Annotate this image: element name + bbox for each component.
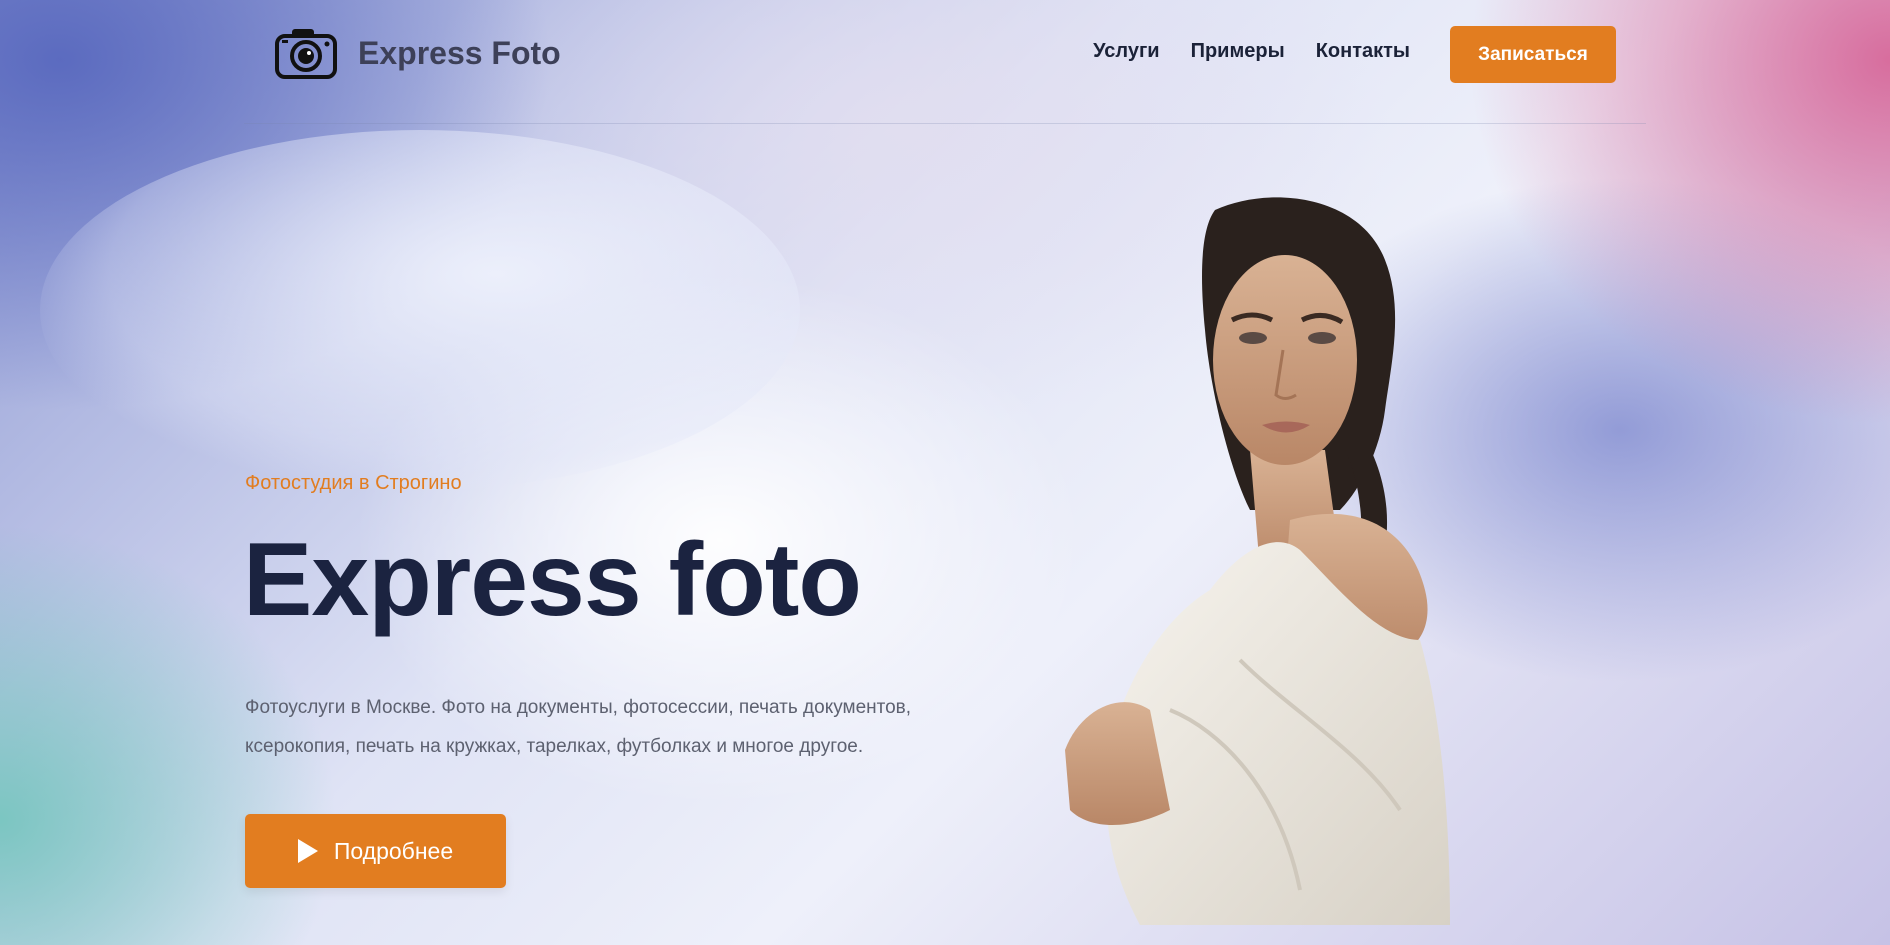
hero-description: Фотоуслуги в Москве. Фото на документы, … [245,697,912,757]
more-button-label: Подробнее [333,837,454,864]
camera-icon [275,29,337,79]
nav-link-examples[interactable]: Примеры [1191,40,1285,63]
nav-link-contacts[interactable]: Контакты [1316,40,1410,63]
background-swoosh [40,130,800,490]
hero-eyebrow: Фотостудия в Строгино [245,472,462,494]
more-button[interactable]: Подробнее [245,814,506,888]
main-nav: Услуги Примеры Контакты [1093,40,1410,63]
brand-name: Express Foto [358,34,561,71]
play-icon [297,839,318,863]
logo[interactable]: Express Foto [274,26,561,80]
signup-button[interactable]: Записаться [1450,26,1616,83]
hero-title: Express foto [243,522,862,638]
nav-link-services[interactable]: Услуги [1093,40,1160,63]
model-portrait-image [1065,197,1450,925]
site-header: Express Foto Услуги Примеры Контакты Зап… [244,0,1646,124]
